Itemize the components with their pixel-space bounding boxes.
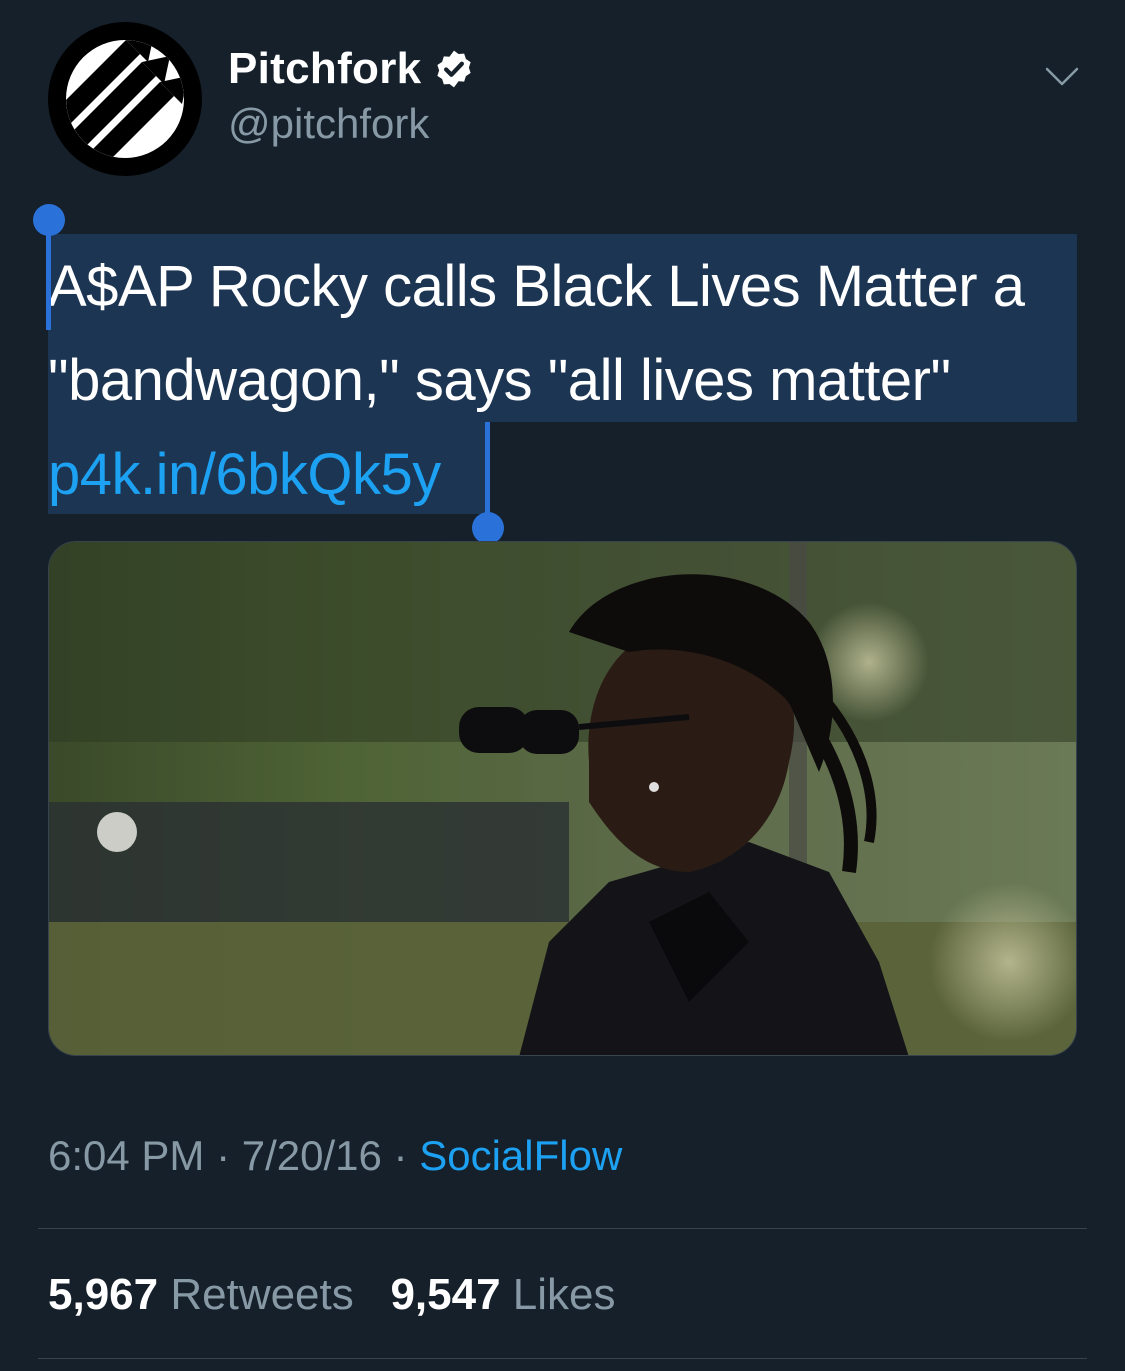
likes-stat[interactable]: 9,547 Likes <box>390 1270 615 1319</box>
tweet-source-link[interactable]: SocialFlow <box>419 1132 622 1179</box>
pitchfork-logo-icon <box>66 40 184 158</box>
selection-end-handle[interactable] <box>485 422 490 518</box>
author-name-row[interactable]: Pitchfork <box>228 44 475 94</box>
tweet-link[interactable]: p4k.in/6bkQk5y <box>48 428 1088 522</box>
tweet-body: A$AP Rocky calls Black Lives Matter a "b… <box>48 254 1025 413</box>
display-name[interactable]: Pitchfork <box>228 44 421 94</box>
retweets-count: 5,967 <box>48 1270 159 1319</box>
tweet-photo[interactable] <box>48 541 1077 1056</box>
selection-end-grip[interactable] <box>472 512 504 544</box>
tweet-time: 6:04 PM <box>48 1132 205 1179</box>
author-handle[interactable]: @pitchfork <box>228 100 429 148</box>
tweet-timestamp: 6:04 PM · 7/20/16 · SocialFlow <box>48 1132 622 1180</box>
chevron-down-icon[interactable] <box>1042 56 1082 96</box>
tweet-stats: 5,967 Retweets 9,547 Likes <box>48 1270 616 1320</box>
tweet-text[interactable]: A$AP Rocky calls Black Lives Matter a "b… <box>48 240 1088 522</box>
tweet-detail: Pitchfork @pitchfork A$AP Rocky calls Bl… <box>0 0 1125 1371</box>
photo-illustration <box>49 542 1076 1055</box>
selection-start-handle[interactable] <box>46 228 51 330</box>
verified-badge-icon <box>437 50 472 88</box>
divider <box>38 1358 1087 1359</box>
avatar[interactable] <box>48 22 202 176</box>
divider <box>38 1228 1087 1229</box>
tweet-date: 7/20/16 <box>241 1132 382 1179</box>
retweets-label: Retweets <box>170 1270 354 1319</box>
meta-separator: · <box>204 1132 242 1179</box>
retweets-stat[interactable]: 5,967 Retweets <box>48 1270 354 1319</box>
likes-label: Likes <box>512 1270 616 1319</box>
selection-start-grip[interactable] <box>33 204 65 236</box>
likes-count: 9,547 <box>390 1270 501 1319</box>
meta-separator: · <box>381 1132 420 1179</box>
